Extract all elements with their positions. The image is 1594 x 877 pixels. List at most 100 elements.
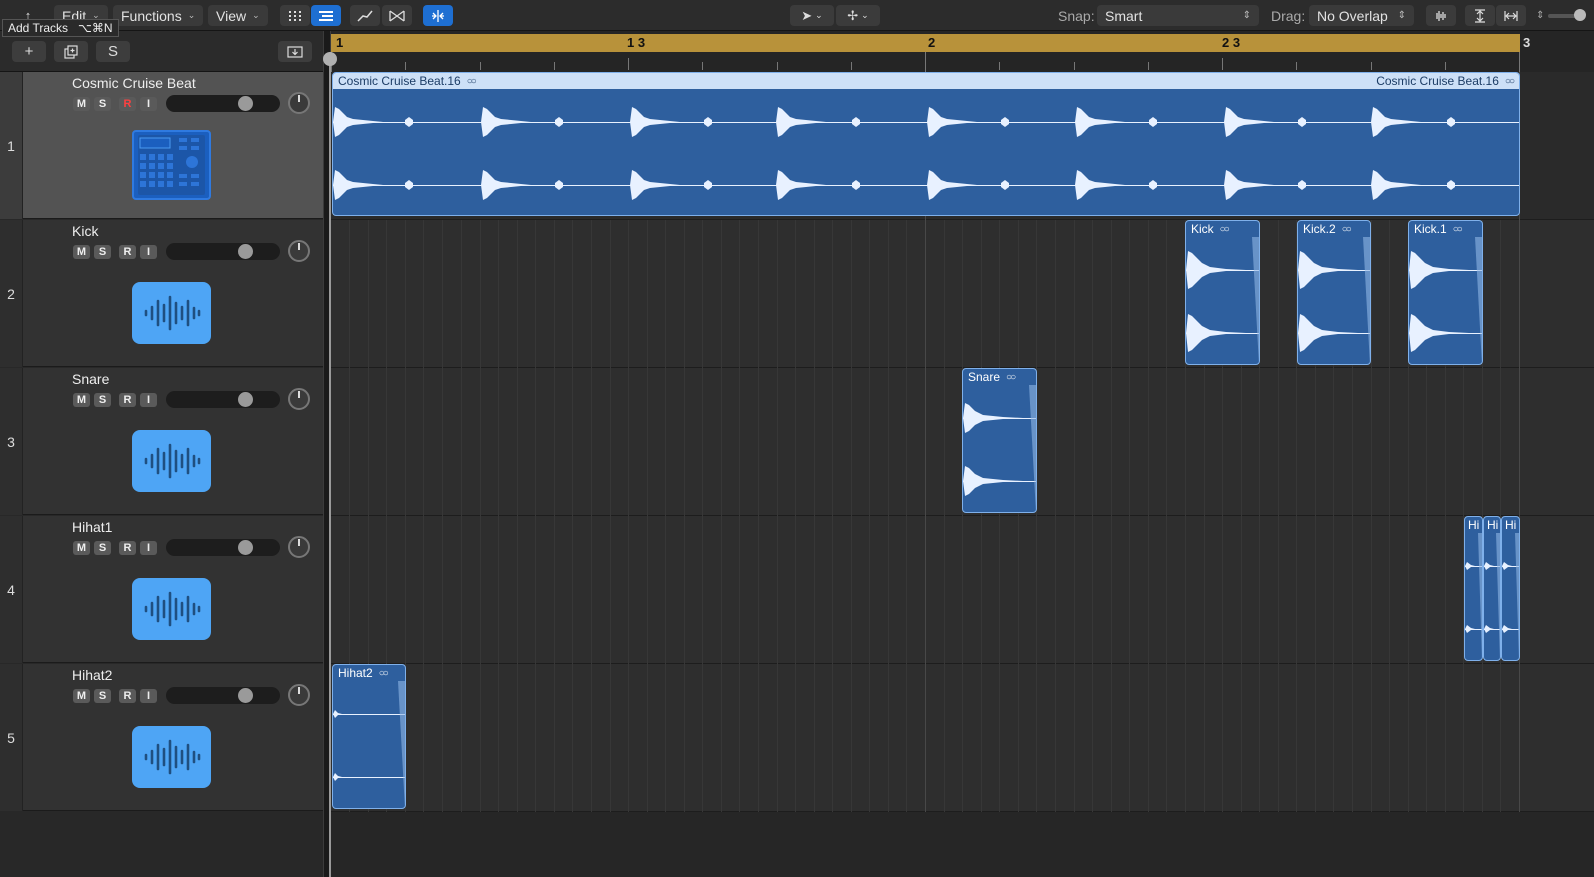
waveform-zoom-button[interactable] [1426, 5, 1456, 26]
input-monitor-button[interactable]: I [140, 393, 157, 407]
region-header: Kick.1 ○○ [1409, 221, 1482, 237]
drum-machine-icon [132, 130, 211, 200]
region-waveform [1298, 237, 1370, 364]
functions-menu[interactable]: Functions ⌄ [113, 5, 204, 26]
pan-knob[interactable] [288, 536, 310, 558]
drag-select[interactable]: No Overlap ⇕ [1309, 5, 1414, 26]
volume-fader-knob[interactable] [238, 96, 253, 111]
pan-knob[interactable] [288, 92, 310, 114]
chevron-down-icon: ⌄ [252, 10, 260, 20]
automation-button[interactable] [350, 5, 380, 26]
audio-region-snare[interactable]: Snare ○○ [962, 368, 1037, 513]
track-header-4[interactable]: 4 Hihat1 M S R I [0, 516, 323, 663]
track-number: 1 [0, 72, 23, 219]
region-waveform [1465, 533, 1482, 660]
solo-button[interactable]: S [94, 97, 111, 111]
audio-region-hihat1[interactable]: Hi [1464, 516, 1483, 661]
main-toolbar: ↑ Edit ⌄ Functions ⌄ View ⌄ ➤ ⌄ ✢ ⌄ Snap: Sma… [0, 0, 1594, 31]
volume-fader[interactable] [166, 539, 280, 556]
record-enable-button[interactable]: R [119, 245, 136, 259]
pan-knob[interactable] [288, 388, 310, 410]
record-enable-button[interactable]: R [119, 97, 136, 111]
snap-label: Snap: [1058, 7, 1095, 24]
mute-button[interactable]: M [73, 245, 90, 259]
solo-button[interactable]: S [94, 689, 111, 703]
duplicate-track-button[interactable] [54, 41, 88, 62]
record-enable-button[interactable]: R [119, 541, 136, 555]
snap-align-button[interactable] [423, 5, 453, 26]
input-monitor-button[interactable]: I [140, 541, 157, 555]
playhead-handle[interactable] [323, 52, 337, 66]
catch-playhead-button[interactable] [278, 41, 312, 62]
record-enable-button[interactable]: R [119, 689, 136, 703]
chevron-down-icon: ⌄ [815, 10, 823, 20]
track-name[interactable]: Hihat1 [72, 519, 112, 535]
region-waveform [1502, 533, 1519, 660]
pointer-tool-menu[interactable]: ➤ ⌄ [790, 5, 834, 26]
mute-button[interactable]: M [73, 393, 90, 407]
grid-view-button[interactable] [280, 5, 310, 26]
loop-icon: ○○ [378, 667, 389, 679]
secondary-tool-menu[interactable]: ✢ ⌄ [836, 5, 880, 26]
audio-region-hihat1[interactable]: Hi [1483, 516, 1501, 661]
volume-fader-knob[interactable] [238, 244, 253, 259]
volume-fader[interactable] [166, 687, 280, 704]
input-monitor-button[interactable]: I [140, 245, 157, 259]
track-header-5[interactable]: 5 Hihat2 M S R I [0, 664, 323, 811]
input-monitor-button[interactable]: I [140, 689, 157, 703]
view-menu[interactable]: View ⌄ [208, 5, 268, 26]
volume-fader[interactable] [166, 243, 280, 260]
track-name[interactable]: Hihat2 [72, 667, 112, 683]
list-view-button[interactable] [311, 5, 341, 26]
audio-region-cosmic-cruise-beat[interactable]: Cosmic Cruise Beat.16 ○○ Cosmic Cruise Be… [332, 72, 1520, 216]
audio-region-kick-2[interactable]: Kick.2 ○○ [1297, 220, 1371, 365]
bar-ruler[interactable]: 1 1 3 2 2 3 3 [331, 31, 1594, 72]
solo-button[interactable]: S [94, 541, 111, 555]
track-name[interactable]: Cosmic Cruise Beat [72, 75, 196, 91]
solo-button[interactable]: S [94, 245, 111, 259]
automation-curve-icon [357, 10, 373, 22]
vertical-zoom-button[interactable] [1465, 5, 1495, 26]
snap-select[interactable]: Smart ⇕ [1097, 5, 1259, 26]
horizontal-zoom-button[interactable] [1496, 5, 1526, 26]
region-name: Kick [1191, 222, 1214, 236]
global-solo-button[interactable]: S [96, 41, 130, 62]
updown-arrows-icon: ⇕ [1397, 10, 1406, 21]
track-name[interactable]: Kick [72, 223, 98, 239]
vertical-arrows-icon: ⇕ [1536, 10, 1545, 21]
solo-button[interactable]: S [94, 393, 111, 407]
volume-fader-knob[interactable] [238, 688, 253, 703]
input-monitor-button[interactable]: I [140, 97, 157, 111]
crosshair-icon: ✢ [847, 7, 859, 23]
tracks-area[interactable]: Cosmic Cruise Beat.16 ○○ Cosmic Cruise Be… [331, 72, 1594, 877]
audio-region-hihat1[interactable]: Hi [1501, 516, 1520, 661]
mute-button[interactable]: M [73, 689, 90, 703]
volume-fader[interactable] [166, 95, 280, 112]
zoom-slider-thumb[interactable] [1574, 8, 1587, 21]
zoom-slider[interactable]: ⇕ [1536, 5, 1590, 26]
pan-knob[interactable] [288, 684, 310, 706]
track-name[interactable]: Snare [72, 371, 109, 387]
loop-icon: ○○ [466, 75, 477, 87]
mute-button[interactable]: M [73, 541, 90, 555]
mute-button[interactable]: M [73, 97, 90, 111]
volume-fader-knob[interactable] [238, 540, 253, 555]
track-header-1[interactable]: 1 Cosmic Cruise Beat M S R I [0, 72, 323, 219]
audio-region-kick[interactable]: Kick ○○ [1185, 220, 1260, 365]
snap-value: Smart [1105, 7, 1143, 24]
audio-region-kick-1[interactable]: Kick.1 ○○ [1408, 220, 1483, 365]
audio-region-hihat2[interactable]: Hihat2 ○○ [332, 664, 406, 809]
track-number: 2 [0, 220, 23, 367]
volume-fader-knob[interactable] [238, 392, 253, 407]
track-header-3[interactable]: 3 Snare M S R I [0, 368, 323, 515]
region-waveform [333, 107, 1519, 200]
region-name: Snare [968, 370, 1001, 384]
record-enable-button[interactable]: R [119, 393, 136, 407]
playhead[interactable] [329, 52, 331, 877]
flex-button[interactable] [382, 5, 412, 26]
track-header-2[interactable]: 2 Kick M S R I [0, 220, 323, 367]
volume-fader[interactable] [166, 391, 280, 408]
pan-knob[interactable] [288, 240, 310, 262]
add-track-button[interactable]: + [12, 41, 46, 62]
cycle-area[interactable] [331, 34, 1520, 52]
